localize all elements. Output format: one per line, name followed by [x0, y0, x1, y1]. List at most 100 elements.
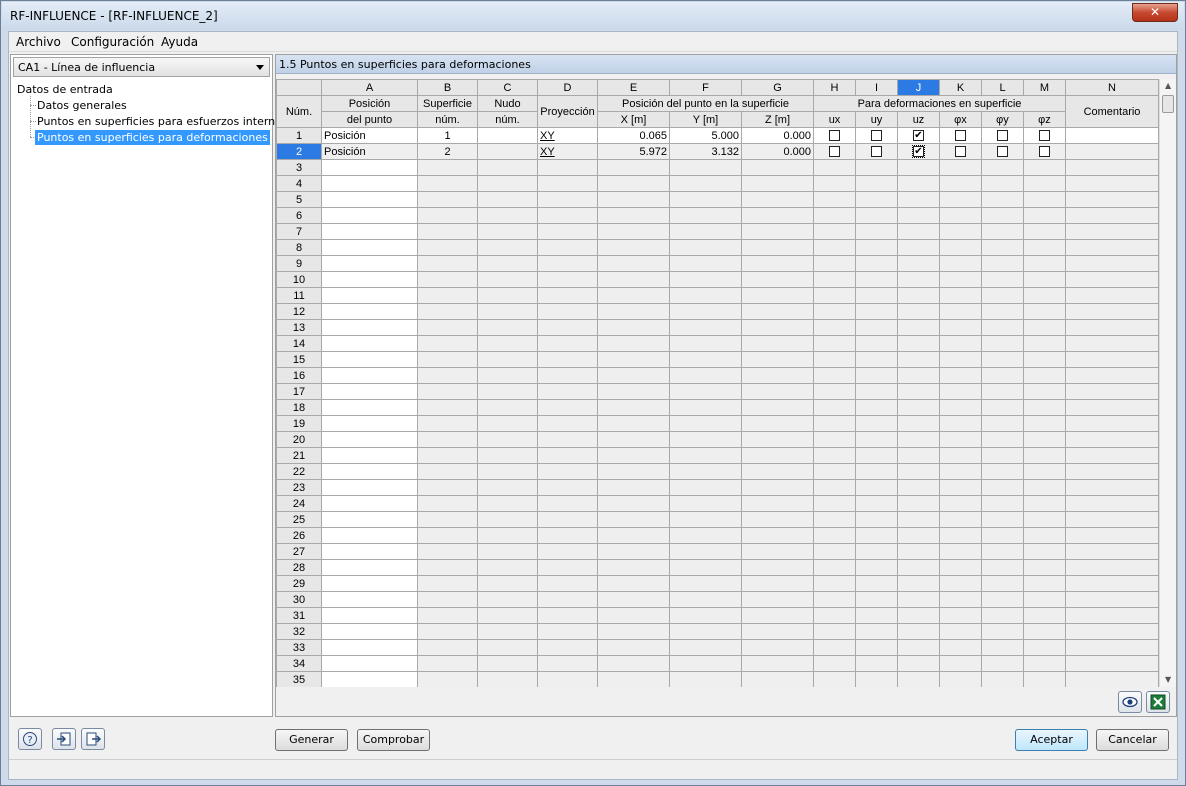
empty-cell[interactable]	[1023, 239, 1066, 256]
empty-cell[interactable]	[417, 239, 478, 256]
empty-cell[interactable]	[597, 591, 670, 608]
cell-posicion[interactable]	[321, 367, 418, 384]
empty-cell[interactable]	[1065, 543, 1159, 560]
empty-cell[interactable]	[897, 479, 940, 496]
empty-cell[interactable]	[477, 223, 538, 240]
empty-cell[interactable]	[855, 207, 898, 224]
empty-cell[interactable]	[597, 495, 670, 512]
cell-posicion[interactable]	[321, 255, 418, 272]
cell-posicion[interactable]	[321, 223, 418, 240]
empty-cell[interactable]	[855, 335, 898, 352]
empty-cell[interactable]	[537, 591, 598, 608]
empty-cell[interactable]	[939, 543, 982, 560]
empty-cell[interactable]	[1065, 399, 1159, 416]
empty-cell[interactable]	[1023, 255, 1066, 272]
empty-cell[interactable]	[741, 239, 814, 256]
empty-cell[interactable]	[981, 415, 1024, 432]
col-letter-m[interactable]: M	[1023, 79, 1066, 96]
empty-cell[interactable]	[981, 159, 1024, 176]
col-letter-j[interactable]: J	[897, 79, 940, 96]
empty-cell[interactable]	[855, 639, 898, 656]
row-number[interactable]: 15	[276, 351, 322, 368]
cell-posicion[interactable]	[321, 495, 418, 512]
empty-cell[interactable]	[537, 543, 598, 560]
empty-cell[interactable]	[897, 367, 940, 384]
cell-ux[interactable]	[813, 143, 856, 160]
table-row[interactable]: 6	[276, 207, 1159, 224]
empty-cell[interactable]	[741, 383, 814, 400]
empty-cell[interactable]	[477, 175, 538, 192]
empty-cell[interactable]	[1065, 239, 1159, 256]
empty-cell[interactable]	[477, 191, 538, 208]
empty-cell[interactable]	[669, 287, 742, 304]
empty-cell[interactable]	[417, 463, 478, 480]
empty-cell[interactable]	[597, 271, 670, 288]
empty-cell[interactable]	[939, 607, 982, 624]
empty-cell[interactable]	[597, 415, 670, 432]
menu-ayuda[interactable]: Ayuda	[161, 35, 198, 49]
cell-y[interactable]: 3.132	[669, 143, 742, 160]
cell-posicion[interactable]	[321, 527, 418, 544]
cell-posicion[interactable]	[321, 303, 418, 320]
empty-cell[interactable]	[897, 575, 940, 592]
empty-cell[interactable]	[813, 575, 856, 592]
empty-cell[interactable]	[741, 399, 814, 416]
empty-cell[interactable]	[981, 399, 1024, 416]
empty-cell[interactable]	[537, 623, 598, 640]
empty-cell[interactable]	[417, 351, 478, 368]
empty-cell[interactable]	[897, 335, 940, 352]
empty-cell[interactable]	[855, 671, 898, 687]
empty-cell[interactable]	[741, 431, 814, 448]
empty-cell[interactable]	[477, 271, 538, 288]
row-number[interactable]: 30	[276, 591, 322, 608]
empty-cell[interactable]	[741, 207, 814, 224]
empty-cell[interactable]	[939, 335, 982, 352]
empty-cell[interactable]	[897, 351, 940, 368]
col-letter-a[interactable]: A	[321, 79, 418, 96]
empty-cell[interactable]	[855, 399, 898, 416]
empty-cell[interactable]	[1023, 271, 1066, 288]
empty-cell[interactable]	[1065, 479, 1159, 496]
checkbox-uz[interactable]: ✔	[913, 130, 924, 142]
cell-posicion[interactable]	[321, 239, 418, 256]
empty-cell[interactable]	[741, 495, 814, 512]
cell-ux[interactable]	[813, 127, 856, 144]
empty-cell[interactable]	[855, 463, 898, 480]
empty-cell[interactable]	[477, 319, 538, 336]
empty-cell[interactable]	[897, 287, 940, 304]
checkbox-uy[interactable]	[871, 146, 882, 158]
empty-cell[interactable]	[813, 319, 856, 336]
table-row[interactable]: 9	[276, 255, 1159, 272]
empty-cell[interactable]	[897, 271, 940, 288]
empty-cell[interactable]	[537, 527, 598, 544]
empty-cell[interactable]	[537, 495, 598, 512]
empty-cell[interactable]	[813, 447, 856, 464]
empty-cell[interactable]	[855, 191, 898, 208]
empty-cell[interactable]	[939, 431, 982, 448]
empty-cell[interactable]	[981, 671, 1024, 687]
empty-cell[interactable]	[1023, 495, 1066, 512]
empty-cell[interactable]	[537, 639, 598, 656]
table-row[interactable]: 3	[276, 159, 1159, 176]
empty-cell[interactable]	[939, 159, 982, 176]
empty-cell[interactable]	[417, 159, 478, 176]
empty-cell[interactable]	[813, 287, 856, 304]
empty-cell[interactable]	[537, 319, 598, 336]
cell-posicion[interactable]	[321, 559, 418, 576]
cell-posicion[interactable]	[321, 351, 418, 368]
table-row[interactable]: 12	[276, 303, 1159, 320]
table-row[interactable]: 29	[276, 575, 1159, 592]
tree-item-datos-generales[interactable]: Datos generales	[37, 98, 127, 113]
empty-cell[interactable]	[741, 671, 814, 687]
empty-cell[interactable]	[669, 559, 742, 576]
empty-cell[interactable]	[1023, 607, 1066, 624]
empty-cell[interactable]	[741, 255, 814, 272]
empty-cell[interactable]	[669, 655, 742, 672]
empty-cell[interactable]	[537, 511, 598, 528]
load-case-combo[interactable]: CA1 - Línea de influencia	[13, 57, 270, 77]
empty-cell[interactable]	[417, 527, 478, 544]
cell-posicion[interactable]	[321, 463, 418, 480]
empty-cell[interactable]	[897, 607, 940, 624]
tree-item-esfuerzos-internos[interactable]: Puntos en superficies para esfuerzos int…	[37, 114, 288, 129]
empty-cell[interactable]	[477, 447, 538, 464]
